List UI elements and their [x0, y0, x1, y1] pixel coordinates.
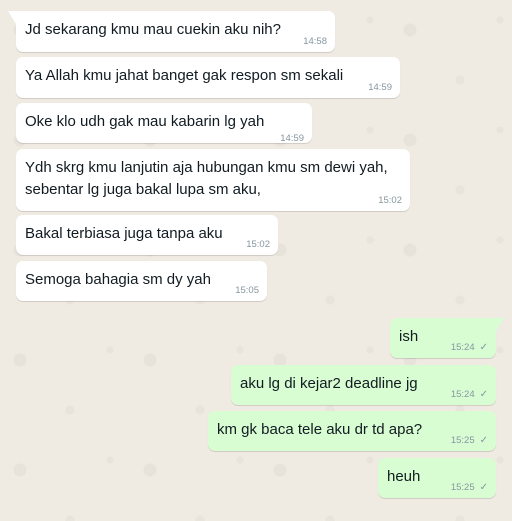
- message-text: Jd sekarang kmu mau cuekin aku nih?: [25, 21, 281, 38]
- message-meta: 15:24 ✓: [451, 342, 488, 354]
- message-text: km gk baca tele aku dr td apa?: [217, 421, 423, 438]
- message-time: 15:25: [450, 435, 475, 446]
- single-check-icon: ✓: [479, 389, 488, 400]
- message-meta: 15:25 ✓: [451, 435, 488, 447]
- incoming-message: Ydh skrg kmu lanjutin aja hubungan kmu s…: [16, 149, 410, 211]
- outgoing-message: aku lg di kejar2 deadline jg 15:24 ✓: [231, 365, 496, 405]
- message-time: 15:24: [450, 342, 475, 353]
- message-text: aku lg di kejar2 deadline jg: [240, 375, 418, 392]
- message-text: Ya Allah kmu jahat banget gak respon sm …: [25, 67, 344, 84]
- incoming-message: Oke klo udh gak mau kabarin lg yah 14:59: [16, 103, 312, 144]
- message-time: 15:24: [450, 389, 475, 400]
- single-check-icon: ✓: [479, 482, 488, 493]
- single-check-icon: ✓: [479, 342, 488, 353]
- incoming-message: Ya Allah kmu jahat banget gak respon sm …: [16, 57, 400, 98]
- chat-area: Jd sekarang kmu mau cuekin aku nih? 14:5…: [0, 0, 512, 521]
- outgoing-message: ish 15:24 ✓: [390, 318, 504, 358]
- incoming-message: Semoga bahagia sm dy yah 15:05: [16, 261, 267, 301]
- outgoing-message: km gk baca tele aku dr td apa? 15:25 ✓: [208, 411, 496, 451]
- message-text: Ydh skrg kmu lanjutin aja hubungan kmu s…: [25, 159, 388, 198]
- message-time: 14:59: [368, 82, 392, 93]
- message-time: 15:02: [246, 239, 270, 250]
- message-time: 14:58: [303, 36, 327, 47]
- message-meta: 15:25 ✓: [451, 482, 488, 494]
- message-time: 15:02: [378, 195, 402, 206]
- message-time: 15:25: [450, 482, 475, 493]
- message-text: Semoga bahagia sm dy yah: [25, 271, 211, 288]
- single-check-icon: ✓: [479, 435, 488, 446]
- message-text: Oke klo udh gak mau kabarin lg yah: [25, 113, 265, 130]
- message-time: 14:59: [280, 133, 304, 144]
- incoming-message: Bakal terbiasa juga tanpa aku 15:02: [16, 215, 278, 255]
- message-time: 15:05: [235, 285, 259, 296]
- message-text: Bakal terbiasa juga tanpa aku: [25, 225, 223, 242]
- outgoing-message: heuh 15:25 ✓: [378, 458, 496, 498]
- incoming-message: Jd sekarang kmu mau cuekin aku nih? 14:5…: [8, 11, 335, 52]
- message-meta: 15:24 ✓: [451, 389, 488, 401]
